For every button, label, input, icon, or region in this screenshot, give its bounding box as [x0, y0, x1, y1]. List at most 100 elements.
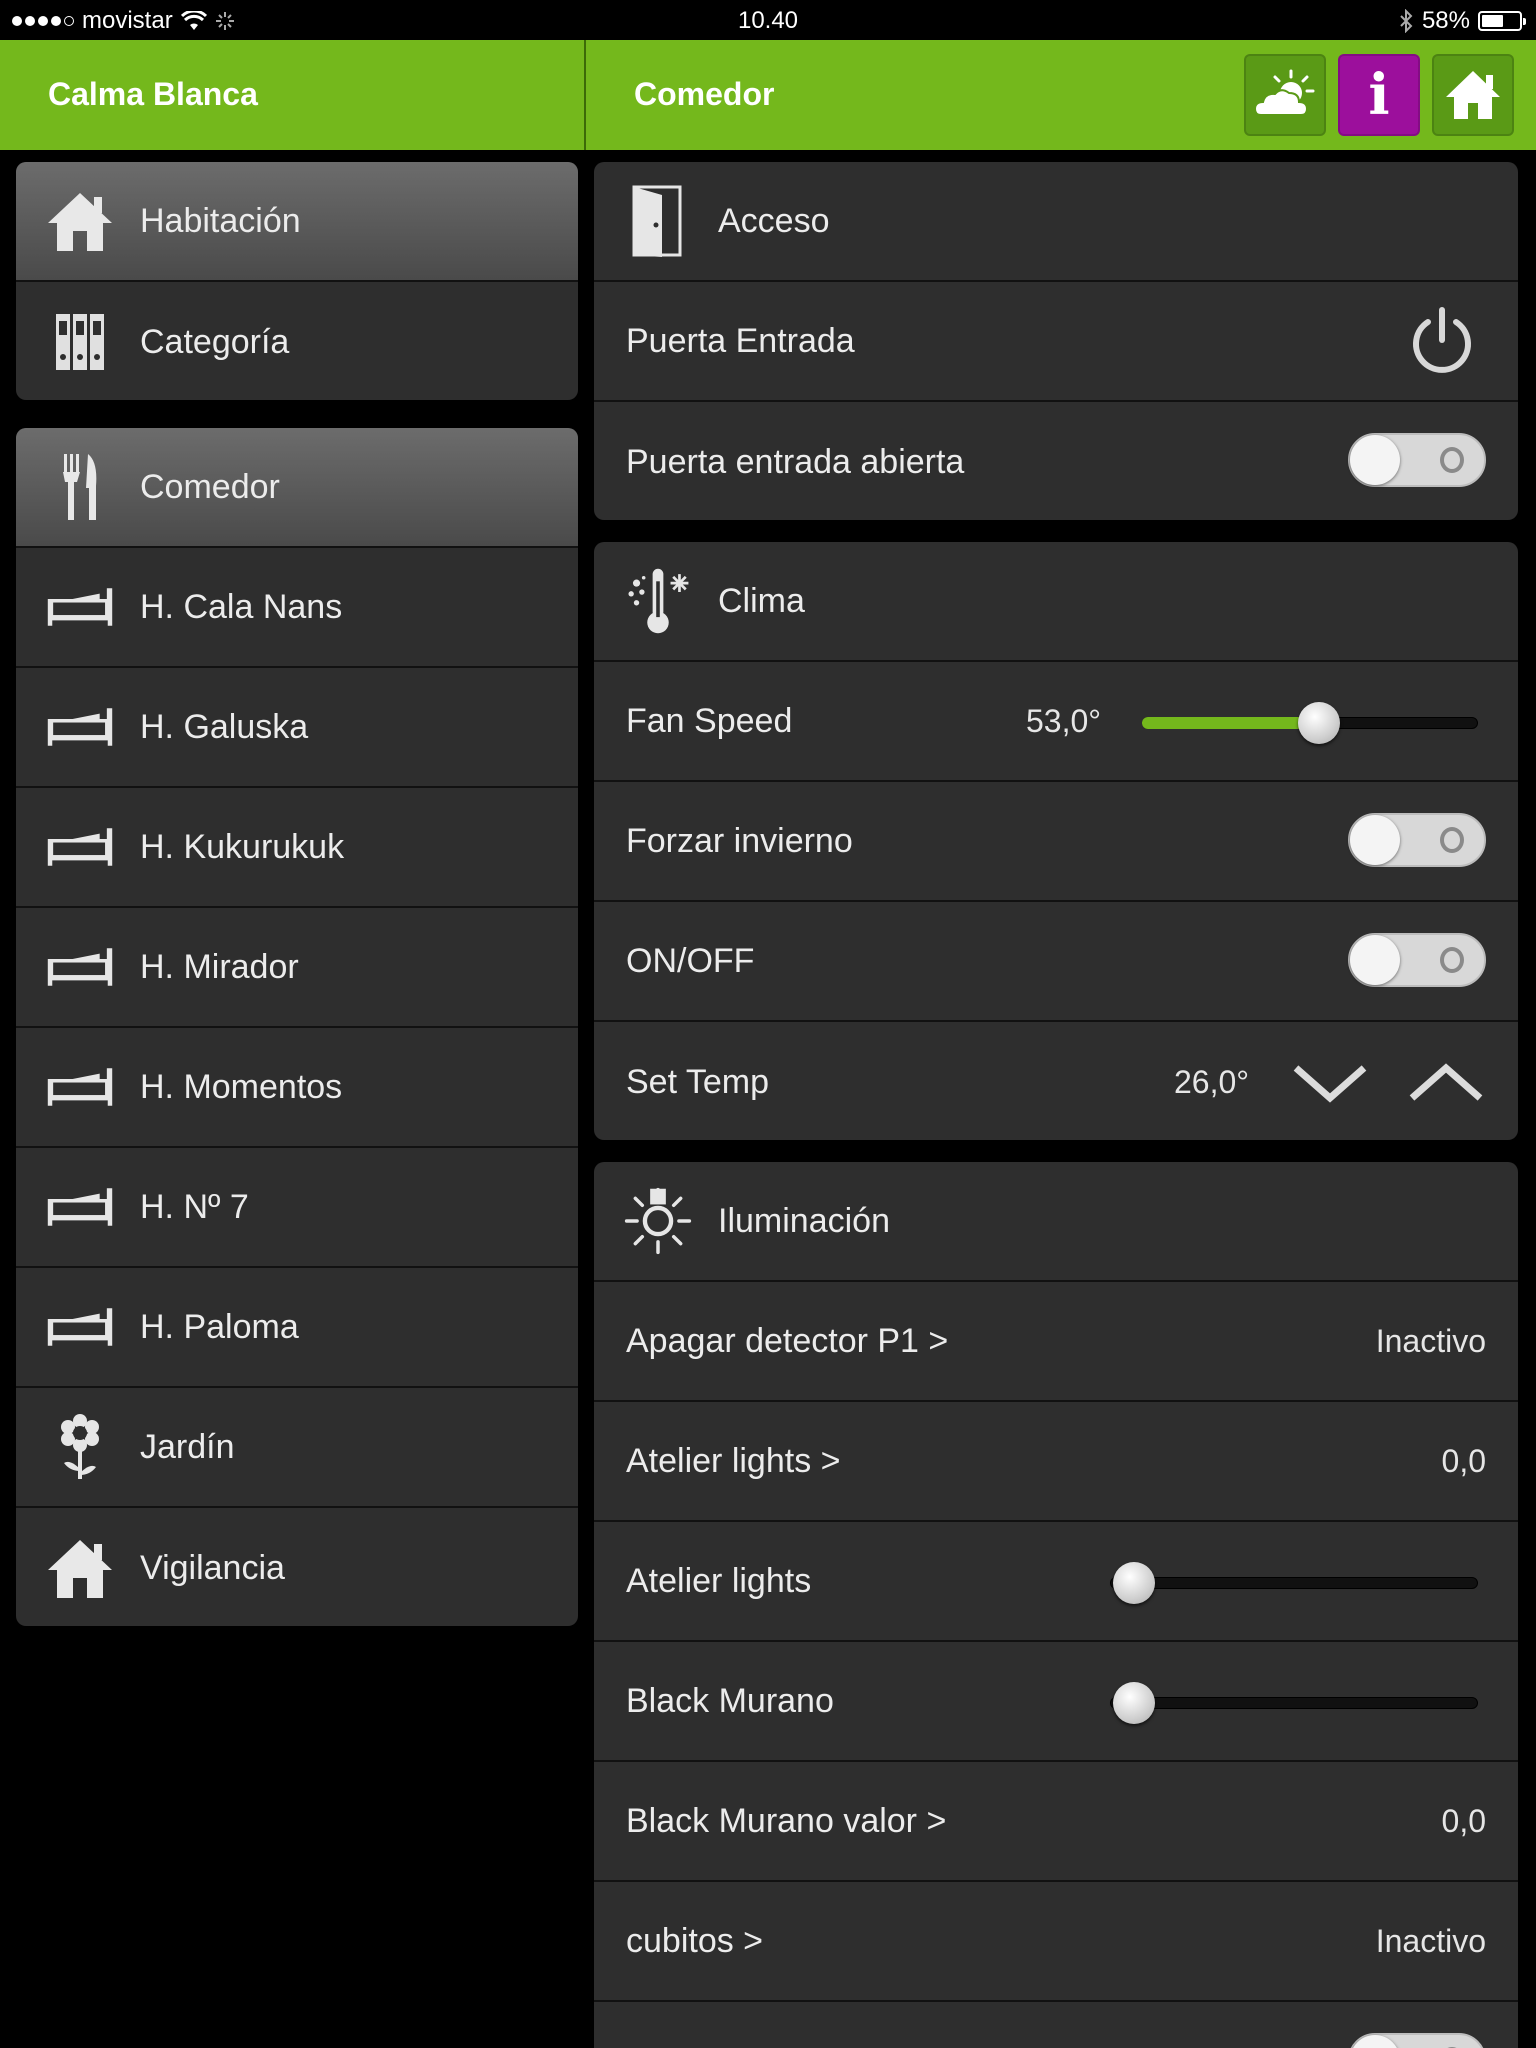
app-title: Calma Blanca: [48, 76, 258, 112]
control-value: 0,0: [1441, 1802, 1486, 1839]
control-label: Puerta entrada abierta: [626, 442, 965, 481]
weather-button[interactable]: [1244, 54, 1326, 136]
bed-icon: [46, 573, 114, 641]
rooms-panel: Comedor H. Cala Nans H. Galuska H. Kukur…: [16, 428, 578, 1626]
flower-icon: [46, 1413, 114, 1481]
room-label: H. Mirador: [140, 947, 299, 986]
control-label: Forzar invierno: [626, 821, 853, 860]
control-value: Inactivo: [1375, 1922, 1486, 1959]
room-item-cala-nans[interactable]: H. Cala Nans: [16, 548, 578, 668]
home-button[interactable]: [1432, 54, 1514, 136]
control-label: Atelier lights: [626, 1561, 812, 1600]
room-label: H. Paloma: [140, 1307, 299, 1346]
room-item-comedor[interactable]: Comedor: [16, 428, 578, 548]
bed-icon: [46, 1173, 114, 1241]
clock: 10.40: [737, 7, 799, 34]
control-label: Atelier lights >: [626, 1441, 841, 1480]
section-title: Iluminación: [718, 1201, 890, 1240]
info-button[interactable]: i: [1338, 54, 1420, 136]
control-row-puerta-entrada: Puerta Entrada: [594, 282, 1518, 402]
power-button[interactable]: [1404, 304, 1480, 385]
header-bar: Calma Blanca Comedor i: [0, 40, 1536, 150]
house-icon: [46, 187, 114, 255]
control-label: Black Murano: [626, 1681, 834, 1720]
control-value: 0,0: [1441, 1442, 1486, 1479]
room-item-galuska[interactable]: H. Galuska: [16, 668, 578, 788]
control-row-cubitos[interactable]: cubitos > Inactivo: [594, 1882, 1518, 2002]
bed-icon: [46, 813, 114, 881]
control-label: ON/OFF: [626, 941, 755, 980]
room-label: Jardín: [140, 1427, 235, 1466]
temp-up-button[interactable]: [1406, 1052, 1486, 1112]
control-row-fan-speed: Fan Speed 53,0°: [594, 662, 1518, 782]
chevron-down-icon: [1293, 1065, 1367, 1103]
control-row-atelier-lights: Atelier lights: [594, 1522, 1518, 1642]
nav-mode-categoria[interactable]: Categoría: [16, 282, 578, 400]
room-item-n7[interactable]: H. Nº 7: [16, 1148, 578, 1268]
room-label: Comedor: [140, 467, 280, 506]
slider-thumb[interactable]: [1113, 1562, 1155, 1604]
slider-fill: [1142, 717, 1319, 729]
partial-toggle[interactable]: [1348, 2033, 1486, 2048]
room-label: H. Momentos: [140, 1067, 343, 1106]
control-label: cubitos >: [626, 1921, 764, 1960]
temp-down-button[interactable]: [1290, 1052, 1370, 1112]
thermometer-icon: [624, 567, 692, 635]
section-title: Clima: [718, 581, 805, 620]
set-temp-value: 26,0°: [1174, 1063, 1250, 1100]
battery-percent: 58%: [1421, 7, 1470, 34]
iluminacion-panel: Iluminación Apagar detector P1 > Inactiv…: [594, 1162, 1518, 2048]
bluetooth-icon: [1400, 9, 1413, 33]
slider-thumb[interactable]: [1297, 702, 1340, 744]
fan-speed-value: 53,0°: [1026, 702, 1102, 739]
control-label: Puerta Entrada: [626, 321, 855, 360]
view-mode-panel: Habitación Categoría: [16, 162, 578, 400]
iluminacion-header: Iluminación: [594, 1162, 1518, 1282]
info-icon: i: [1368, 62, 1390, 128]
control-row-set-temp: Set Temp 26,0°: [594, 1022, 1518, 1140]
acceso-header: Acceso: [594, 162, 1518, 282]
door-icon: [624, 185, 692, 257]
weather-icon: [1253, 69, 1315, 116]
slider-thumb[interactable]: [1113, 1682, 1155, 1724]
forzar-invierno-toggle[interactable]: [1348, 813, 1486, 867]
black-murano-slider[interactable]: [1110, 1642, 1478, 1762]
control-row-apagar-detector[interactable]: Apagar detector P1 > Inactivo: [594, 1282, 1518, 1402]
fan-speed-slider[interactable]: [1142, 662, 1478, 782]
room-item-mirador[interactable]: H. Mirador: [16, 908, 578, 1028]
clima-panel: Clima Fan Speed 53,0° Forzar invierno ON…: [594, 542, 1518, 1140]
room-label: H. Kukurukuk: [140, 827, 345, 866]
battery-level: [1482, 15, 1503, 27]
bed-icon: [46, 1053, 114, 1121]
binders-icon: [46, 308, 114, 376]
control-row-black-murano-valor[interactable]: Black Murano valor > 0,0: [594, 1762, 1518, 1882]
bed-icon: [46, 1293, 114, 1361]
puerta-abierta-toggle[interactable]: [1348, 433, 1486, 487]
nav-mode-habitacion[interactable]: Habitación: [16, 162, 578, 282]
room-title: Comedor: [634, 76, 775, 112]
clima-header: Clima: [594, 542, 1518, 662]
cutlery-icon: [46, 453, 114, 521]
room-item-kukurukuk[interactable]: H. Kukurukuk: [16, 788, 578, 908]
control-row-atelier-lights-value[interactable]: Atelier lights > 0,0: [594, 1402, 1518, 1522]
control-row-on-off: ON/OFF: [594, 902, 1518, 1022]
control-label: Apagar detector P1 >: [626, 1321, 949, 1360]
room-item-paloma[interactable]: H. Paloma: [16, 1268, 578, 1388]
bed-icon: [46, 933, 114, 1001]
room-label: H. Cala Nans: [140, 587, 343, 626]
control-row-partial: [594, 2002, 1518, 2048]
control-value: Inactivo: [1375, 1322, 1486, 1359]
status-bar: movistar 10.40 58%: [0, 0, 1536, 40]
bed-icon: [46, 693, 114, 761]
room-item-vigilancia[interactable]: Vigilancia: [16, 1508, 578, 1626]
room-label: H. Galuska: [140, 707, 309, 746]
on-off-toggle[interactable]: [1348, 933, 1486, 987]
control-row-forzar-invierno: Forzar invierno: [594, 782, 1518, 902]
atelier-lights-slider[interactable]: [1110, 1522, 1478, 1642]
room-item-jardin[interactable]: Jardín: [16, 1388, 578, 1508]
room-item-momentos[interactable]: H. Momentos: [16, 1028, 578, 1148]
acceso-panel: Acceso Puerta Entrada Puerta entrada abi…: [594, 162, 1518, 520]
control-label: Black Murano valor >: [626, 1801, 947, 1840]
control-row-black-murano: Black Murano: [594, 1642, 1518, 1762]
section-title: Acceso: [718, 201, 830, 240]
